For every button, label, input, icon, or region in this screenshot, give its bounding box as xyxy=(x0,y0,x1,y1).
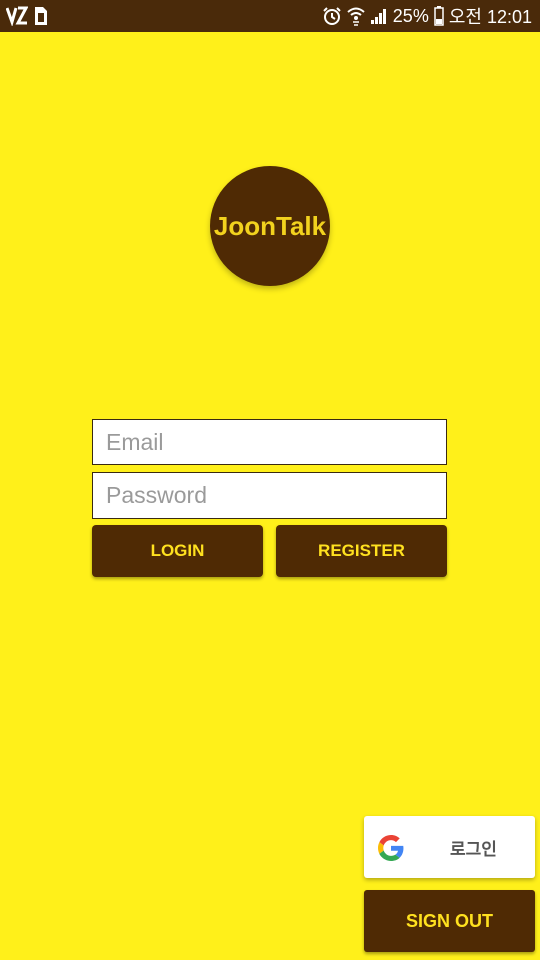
register-button[interactable]: REGISTER xyxy=(276,525,447,577)
app-logo: JoonTalk xyxy=(210,166,330,286)
vpn-key-icon xyxy=(6,6,28,26)
google-sign-in-button[interactable]: 로그인 xyxy=(364,816,535,878)
password-field[interactable] xyxy=(92,472,447,519)
signal-icon xyxy=(370,9,386,24)
sign-out-button[interactable]: SIGN OUT xyxy=(364,890,535,952)
logo-text: JoonTalk xyxy=(213,210,327,241)
google-sign-in-label: 로그인 xyxy=(450,840,497,860)
battery-icon xyxy=(434,6,444,26)
status-right-icons: 25% 오전 12:01 xyxy=(322,4,532,28)
sim-card-icon xyxy=(35,7,47,25)
google-g-icon xyxy=(378,835,404,861)
battery-percent: 25% xyxy=(392,5,429,26)
status-time: 오전 12:01 xyxy=(448,7,532,27)
status-bar: 25% 오전 12:01 xyxy=(0,0,540,32)
email-field[interactable] xyxy=(92,419,447,465)
alarm-icon xyxy=(323,7,341,25)
status-left-icons xyxy=(6,5,48,27)
login-button[interactable]: LOGIN xyxy=(92,525,263,577)
wifi-icon xyxy=(347,7,365,26)
